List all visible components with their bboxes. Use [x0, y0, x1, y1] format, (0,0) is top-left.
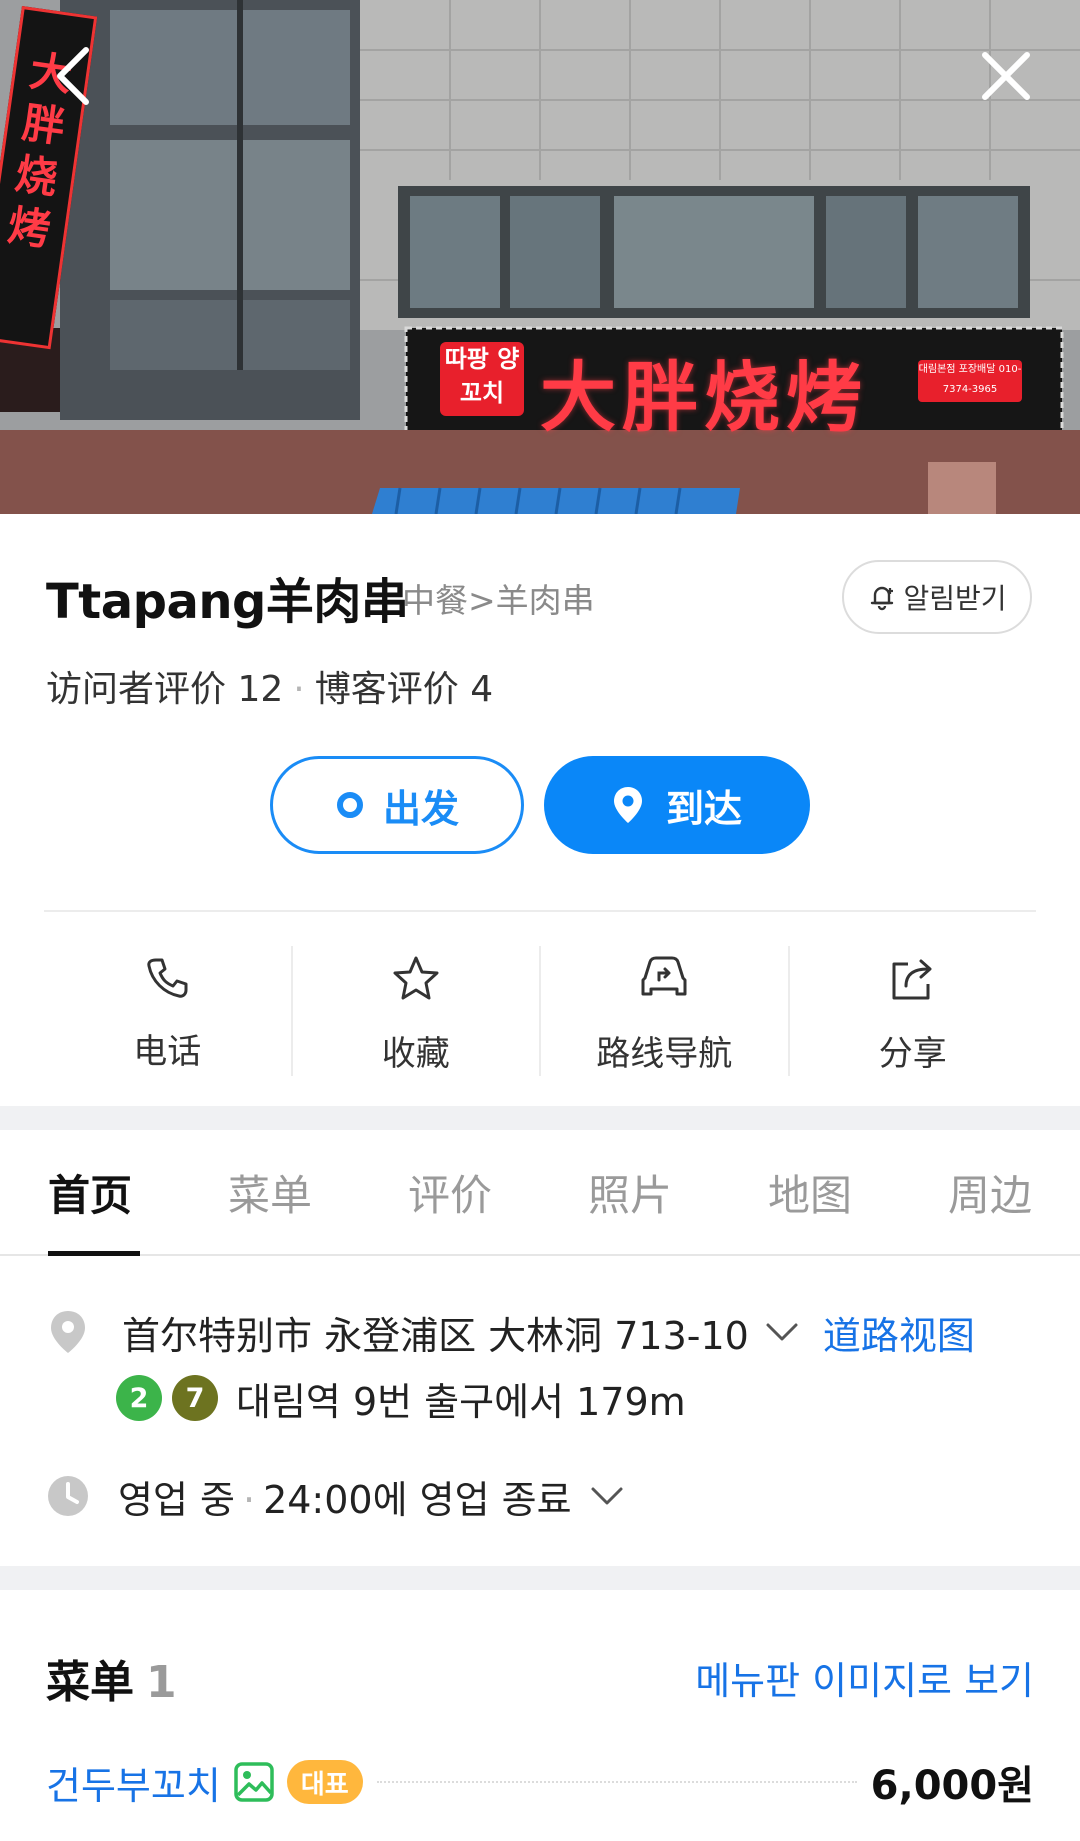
hours-detail: 24:00에 영업 종료	[263, 1477, 572, 1522]
call-action[interactable]: 电话	[44, 946, 293, 1076]
tab-menu[interactable]: 菜单	[180, 1130, 360, 1254]
photo-icon[interactable]	[233, 1761, 275, 1803]
map-pin-icon	[51, 1311, 85, 1353]
navigation-action[interactable]: 路线导航	[541, 946, 790, 1076]
address-text: 首尔特别市 永登浦区 大林洞 713-10	[122, 1313, 749, 1358]
navigation-label: 路线导航	[596, 1034, 733, 1074]
dotted-leader	[376, 1781, 857, 1783]
view-menu-image-link[interactable]: 메뉴판 이미지로 보기	[695, 1650, 1034, 1705]
save-action[interactable]: 收藏	[293, 946, 541, 1076]
quick-actions: 电话 收藏 路线导航 分享	[44, 946, 1036, 1076]
subway-info: 2 7 대림역 9번 출구에서 179m	[116, 1372, 686, 1424]
share-label: 分享	[878, 1034, 947, 1074]
call-label: 电话	[133, 1032, 202, 1072]
tab-photos[interactable]: 照片	[540, 1130, 720, 1254]
review-summary[interactable]: 访问者评价 12 · 博客评价 4	[46, 660, 493, 712]
phone-icon	[147, 958, 188, 998]
origin-dot-icon	[336, 792, 363, 818]
subway-line-badge: 7	[172, 1375, 218, 1421]
representative-badge: 대표	[286, 1760, 363, 1804]
location-pin-icon	[613, 787, 642, 823]
hero-photo[interactable]: 大胖烧烤 따팡 양꼬치 大胖烧烤 대림본점 포장배달 010-7374-3965	[0, 0, 1080, 514]
bell-plus-icon	[871, 586, 894, 611]
business-hours-text: 영업 중 · 24:00에 영업 종료	[118, 1477, 572, 1522]
arrive-label: 到达	[665, 786, 742, 831]
car-navigation-icon	[641, 956, 687, 996]
signboard-phone: 대림본점 포장배달 010-7374-3965	[918, 360, 1022, 402]
notify-label: 알림받기	[903, 582, 1007, 615]
section-gap	[0, 1566, 1080, 1590]
menu-title: 菜单	[46, 1657, 134, 1708]
tab-home[interactable]: 首页	[0, 1130, 180, 1256]
chevron-down-icon[interactable]	[765, 1321, 799, 1343]
share-action[interactable]: 分享	[790, 946, 1037, 1076]
visitor-reviews-count: 12	[237, 669, 284, 710]
menu-item-name[interactable]: 건두부꼬치	[46, 1755, 221, 1810]
section-gap	[0, 1106, 1080, 1130]
notify-button[interactable]: 알림받기	[842, 560, 1032, 634]
clock-icon	[48, 1476, 88, 1516]
menu-count: 1	[146, 1657, 177, 1708]
tab-bar: 首页 菜单 评价 照片 地图 周边	[0, 1130, 1080, 1256]
chevron-down-icon	[591, 1487, 623, 1505]
place-category: 中餐>羊肉串	[402, 581, 595, 620]
road-view-link[interactable]: 道路视图	[823, 1305, 975, 1360]
visitor-reviews-label: 访问者评价	[46, 669, 227, 710]
tab-reviews[interactable]: 评价	[360, 1130, 540, 1254]
subway-line-badge: 2	[116, 1375, 162, 1421]
divider	[44, 910, 1036, 912]
blog-reviews-label: 博客评价	[314, 669, 459, 710]
blog-reviews-count: 4	[470, 669, 494, 710]
back-button[interactable]	[34, 36, 114, 116]
star-icon	[393, 956, 439, 1000]
signboard-korean-label: 따팡 양꼬치	[440, 342, 524, 416]
menu-item[interactable]: 건두부꼬치 대표 6,000원	[46, 1752, 1034, 1812]
hours-status: 영업 중	[118, 1477, 235, 1522]
tab-map[interactable]: 地图	[720, 1130, 900, 1254]
place-name: Ttapang羊肉串	[46, 574, 409, 630]
save-label: 收藏	[381, 1034, 450, 1074]
menu-section-title: 菜单 1	[46, 1646, 177, 1710]
address-row[interactable]: 首尔特别市 永登浦区 大林洞 713-10 道路视图	[48, 1304, 975, 1360]
subway-distance: 대림역 9번 출구에서 179m	[236, 1379, 686, 1424]
close-button[interactable]	[966, 36, 1046, 116]
close-icon	[982, 52, 1030, 100]
signboard-title: 大胖烧烤	[540, 353, 868, 442]
tab-nearby[interactable]: 周边	[900, 1130, 1080, 1254]
arrive-button[interactable]: 到达	[544, 756, 810, 854]
share-icon	[892, 959, 932, 1000]
depart-label: 出发	[382, 786, 459, 831]
business-hours-row[interactable]: 영업 중 · 24:00에 영업 종료	[46, 1468, 624, 1524]
menu-item-price: 6,000원	[870, 1763, 1034, 1809]
chevron-left-icon	[57, 47, 89, 105]
depart-button[interactable]: 出发	[270, 756, 524, 854]
